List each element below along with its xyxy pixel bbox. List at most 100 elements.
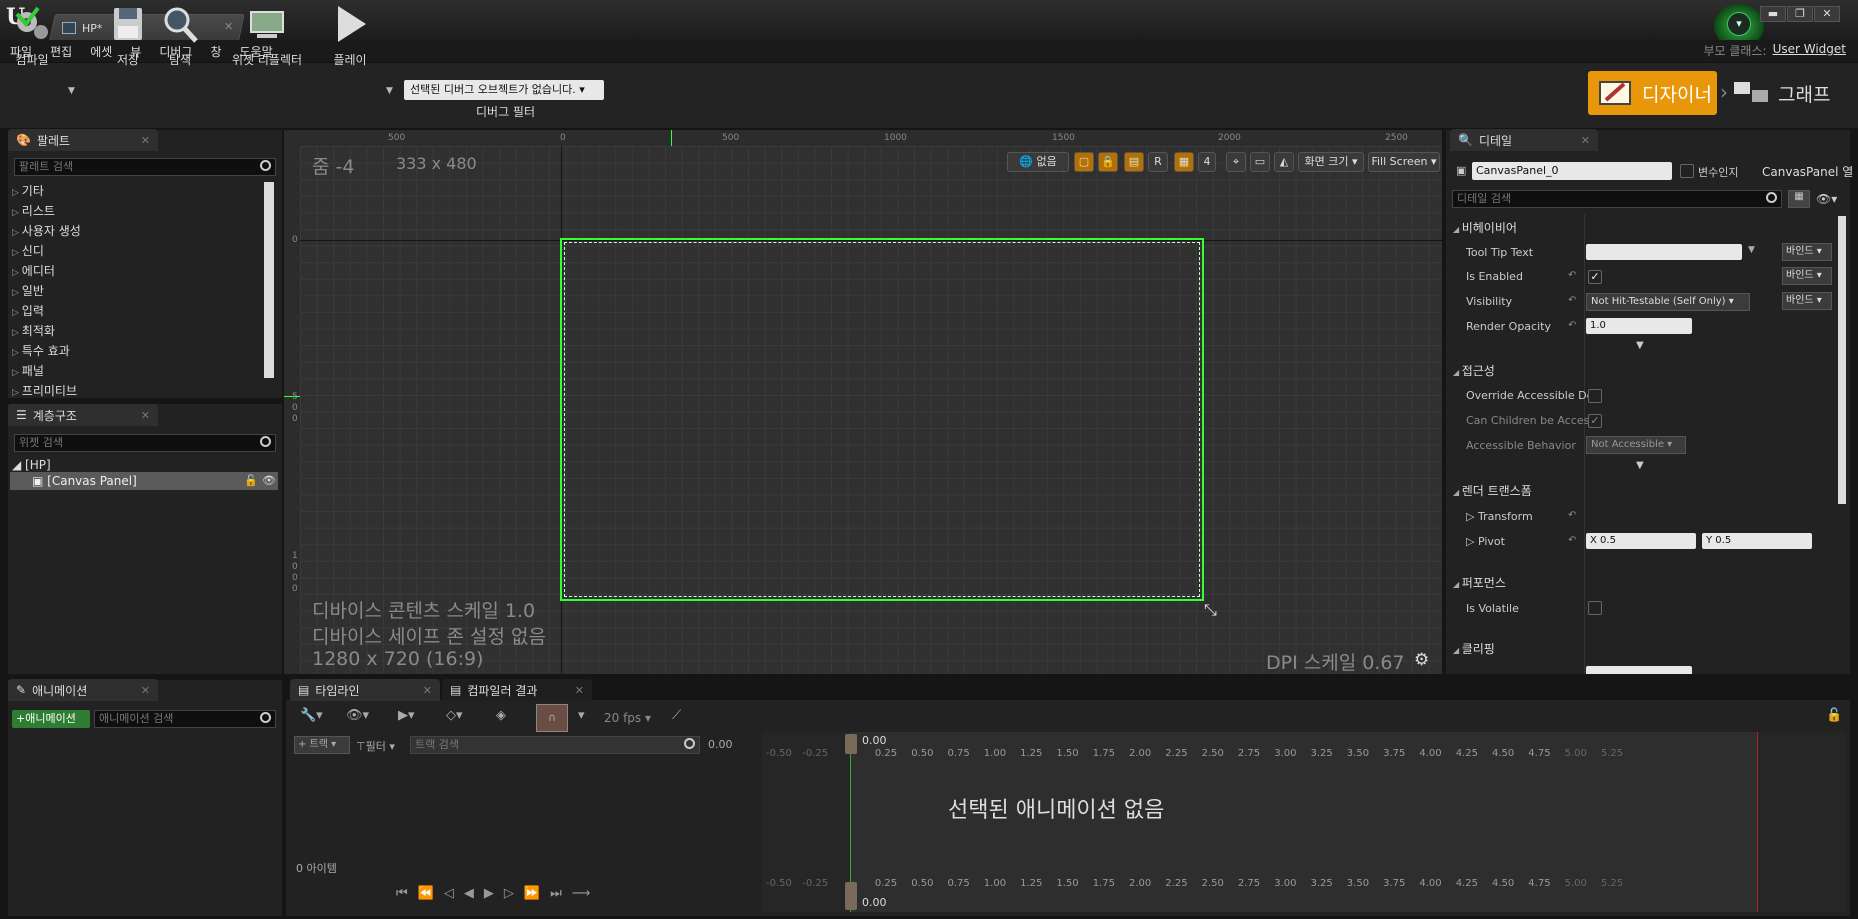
lock-toggle[interactable]: 🔒: [1098, 152, 1118, 172]
show-outline-toggle[interactable]: ▢: [1074, 152, 1094, 172]
add-track-button[interactable]: + 트랙 ▾: [294, 736, 350, 754]
transform-row[interactable]: ▷ Transform: [1466, 510, 1533, 523]
mirror-icon[interactable]: ◭: [1274, 152, 1294, 172]
close-icon[interactable]: ✕: [1814, 6, 1840, 22]
reset-icon[interactable]: ↶: [1568, 295, 1576, 306]
bind-button[interactable]: 바인드 ▾: [1782, 243, 1832, 261]
compiler-results-tab[interactable]: ▤ 컴파일러 결과 ✕: [442, 679, 592, 701]
palette-tab[interactable]: 🎨 팔레트 ✕: [8, 129, 158, 151]
details-search-input[interactable]: 디테일 검색: [1452, 190, 1782, 208]
palette-search-input[interactable]: 팔레트 검색: [14, 158, 276, 176]
widget-reflector-button[interactable]: 위젯 리플렉터: [230, 4, 304, 67]
loop-icon[interactable]: ⟶: [572, 886, 591, 901]
palette-item[interactable]: 패널: [12, 362, 44, 379]
pivot-x-input[interactable]: X 0.5: [1586, 533, 1696, 549]
play-reverse-icon[interactable]: ◀: [464, 886, 474, 901]
canvas-panel-preview[interactable]: [560, 238, 1204, 601]
parent-class-link[interactable]: User Widget: [1773, 42, 1846, 59]
bind-button[interactable]: 바인드 ▾: [1782, 292, 1832, 310]
eye-icon[interactable]: 👁: [262, 474, 276, 487]
debug-filter-select[interactable]: 선택된 디버그 오브젝트가 없습니다. ▾: [404, 80, 604, 100]
localization-preview-button[interactable]: 🌐 없음: [1007, 152, 1069, 172]
hierarchy-root[interactable]: ◢ [HP]: [12, 458, 51, 472]
section-behavior[interactable]: 비헤이비어: [1453, 219, 1833, 236]
resize-handle-icon[interactable]: ⤡: [1204, 600, 1217, 620]
reset-icon[interactable]: ↶: [1568, 320, 1576, 331]
step-forward-icon[interactable]: ▷: [504, 886, 514, 901]
palette-item[interactable]: 사용자 생성: [12, 222, 81, 239]
animation-tab[interactable]: ✎ 애니메이션 ✕: [8, 679, 158, 701]
dpi-settings-gear-icon[interactable]: ⚙: [1414, 650, 1429, 670]
visibility-options-eye-icon[interactable]: 👁▾: [1816, 192, 1837, 206]
wrench-icon[interactable]: 🔧▾: [300, 708, 323, 723]
compile-button[interactable]: 컴파일: [0, 4, 64, 67]
opacity-input[interactable]: 1.0: [1586, 318, 1692, 334]
section-accessibility[interactable]: 접근성: [1453, 362, 1833, 379]
tooltip-input[interactable]: [1586, 244, 1742, 260]
snap-dropdown-icon[interactable]: ▾: [578, 708, 585, 723]
reset-icon[interactable]: ↶: [1568, 510, 1576, 521]
tooltip-dropdown-icon[interactable]: ▼: [1748, 245, 1755, 255]
is-variable-checkbox[interactable]: [1680, 164, 1694, 178]
palette-item[interactable]: 특수 효과: [12, 342, 70, 359]
view-options-eye-icon[interactable]: 👁▾: [346, 708, 369, 723]
hierarchy-close-icon[interactable]: ✕: [141, 409, 150, 422]
render-transform-toggle[interactable]: R: [1148, 152, 1168, 172]
browse-button[interactable]: 탐색: [148, 4, 212, 67]
palette-item[interactable]: 최적화: [12, 322, 55, 339]
section-render-transform[interactable]: 렌더 트랜스폼: [1453, 482, 1833, 499]
animation-search-input[interactable]: 애니메이션 검색: [94, 710, 276, 728]
auto-key-icon[interactable]: ◈: [496, 708, 506, 723]
visibility-select[interactable]: Not Hit-Testable (Self Only) ▾: [1586, 293, 1750, 311]
compile-dropdown-icon[interactable]: ▼: [68, 86, 75, 96]
add-animation-button[interactable]: +애니메이션: [12, 710, 90, 728]
menu-window[interactable]: 창: [210, 43, 221, 60]
expand-advanced-icon[interactable]: ▼: [1636, 340, 1644, 351]
respect-locks-toggle[interactable]: ▤: [1124, 152, 1144, 172]
section-performance[interactable]: 퍼포먼스: [1453, 574, 1833, 591]
hierarchy-search-input[interactable]: 위젯 검색: [14, 434, 276, 452]
next-key-icon[interactable]: ⏩: [524, 886, 540, 901]
palette-item[interactable]: 리스트: [12, 202, 55, 219]
timeline-close-icon[interactable]: ✕: [423, 684, 432, 697]
compiler-close-icon[interactable]: ✕: [575, 684, 584, 697]
volatile-checkbox[interactable]: [1588, 601, 1602, 615]
lock-icon[interactable]: 🔓: [244, 474, 258, 487]
track-search-input[interactable]: 트랙 검색: [410, 736, 700, 754]
jump-end-icon[interactable]: ⏭: [550, 886, 562, 901]
widget-name-input[interactable]: CanvasPanel_0: [1472, 162, 1672, 180]
minimize-icon[interactable]: ▬: [1760, 6, 1786, 22]
details-tab[interactable]: 🔍 디테일 ✕: [1450, 129, 1598, 151]
property-matrix-icon[interactable]: ▦: [1788, 190, 1810, 208]
key-options-icon[interactable]: ◇▾: [446, 708, 463, 723]
image-icon[interactable]: ▭: [1250, 152, 1270, 172]
step-back-icon[interactable]: ◁: [444, 886, 454, 901]
reset-icon[interactable]: ↶: [1568, 270, 1576, 281]
fit-icon[interactable]: ⌖: [1226, 152, 1246, 172]
play-forward-icon[interactable]: ▶: [484, 886, 494, 901]
fps-dropdown[interactable]: 20 fps ▾: [604, 711, 651, 725]
prev-key-icon[interactable]: ⏪: [418, 886, 434, 901]
override-accessible-checkbox[interactable]: [1588, 389, 1602, 403]
source-control-icon[interactable]: ▾: [1727, 12, 1751, 36]
timeline-lock-icon[interactable]: 🔓: [1826, 708, 1842, 723]
palette-item[interactable]: 일반: [12, 282, 44, 299]
play-dropdown-icon[interactable]: ▼: [386, 86, 393, 96]
palette-item[interactable]: 입력: [12, 302, 44, 319]
jump-start-icon[interactable]: ⏮: [396, 886, 408, 901]
filter-button[interactable]: ⊤필터 ▾: [356, 738, 395, 754]
hierarchy-tab[interactable]: ☰ 계층구조 ✕: [8, 404, 158, 426]
animation-close-icon[interactable]: ✕: [141, 684, 150, 697]
maximize-icon[interactable]: ❐: [1787, 6, 1813, 22]
pivot-row[interactable]: ▷ Pivot: [1466, 535, 1505, 548]
fill-screen-dropdown[interactable]: Fill Screen ▾: [1368, 152, 1440, 172]
palette-item[interactable]: 신디: [12, 242, 44, 259]
expand-advanced-icon[interactable]: ▼: [1636, 460, 1644, 471]
grid-snap-toggle[interactable]: ▦: [1174, 152, 1194, 172]
bind-button[interactable]: 바인드 ▾: [1782, 267, 1832, 285]
enabled-checkbox[interactable]: ✓: [1588, 270, 1602, 284]
snap-magnet-icon[interactable]: ∩: [536, 704, 568, 732]
palette-close-icon[interactable]: ✕: [141, 134, 150, 147]
palette-item[interactable]: 프리미티브: [12, 382, 77, 399]
designer-mode-button[interactable]: 디자이너: [1588, 71, 1717, 115]
